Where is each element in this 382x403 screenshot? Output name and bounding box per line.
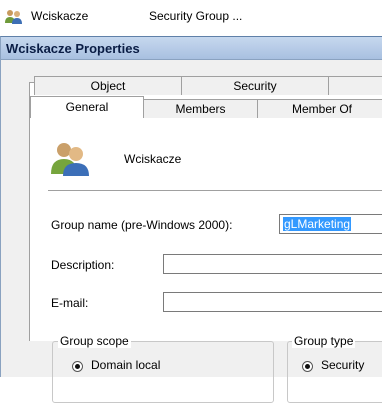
group-scope-title: Group scope [58, 334, 131, 348]
dialog-titlebar[interactable]: Wciskacze Properties [1, 37, 382, 60]
email-input[interactable] [163, 292, 382, 312]
prewin-name-input[interactable]: gLMarketing [279, 214, 382, 234]
tab-partial[interactable] [328, 76, 382, 95]
separator [48, 190, 382, 192]
group-name: Wciskacze [124, 152, 182, 166]
group-type-box [287, 341, 382, 403]
tab-general[interactable]: General [30, 96, 144, 118]
radio-selected-icon[interactable] [302, 361, 313, 372]
prewin-name-value: gLMarketing [283, 217, 352, 231]
group-scope-box [52, 341, 274, 403]
description-input[interactable] [163, 254, 382, 274]
row-name: Wciskacze [31, 9, 89, 23]
group-type-title: Group type [292, 334, 356, 348]
prewin-label: Group name (pre-Windows 2000): [51, 218, 233, 232]
dialog-title: Wciskacze Properties [6, 41, 140, 56]
group-icon [5, 10, 22, 24]
tab-object[interactable]: Object [34, 76, 182, 95]
scope-domain-local-label: Domain local [91, 358, 161, 372]
tab-security[interactable]: Security [181, 76, 329, 95]
tab-members-label: Members [175, 102, 226, 116]
group-large-icon [51, 143, 89, 176]
email-label: E-mail: [51, 296, 89, 310]
type-security-label: Security [321, 358, 365, 372]
tab-member-of[interactable]: Member Of [257, 99, 382, 118]
radio-selected-icon[interactable] [72, 361, 83, 372]
tab-general-label: General [65, 100, 109, 114]
row-type: Security Group ... [149, 9, 243, 23]
list-row-wciskacze[interactable]: Wciskacze Security Group ... [0, 0, 382, 32]
tab-object-label: Object [90, 79, 126, 93]
tab-member-of-label: Member Of [291, 102, 352, 116]
tab-security-label: Security [233, 79, 277, 93]
tab-members[interactable]: Members [143, 99, 258, 118]
description-label: Description: [51, 258, 115, 272]
